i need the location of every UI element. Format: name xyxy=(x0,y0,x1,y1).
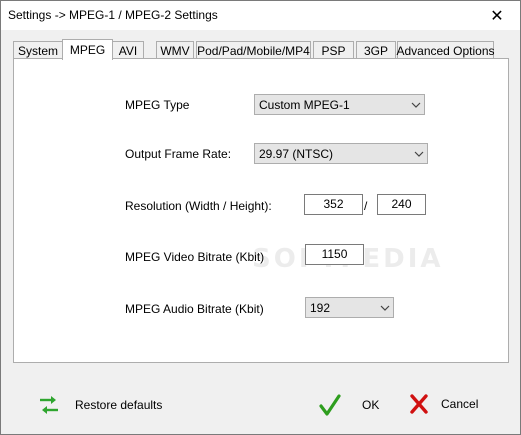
resolution-label: Resolution (Width / Height): xyxy=(125,199,272,213)
tab-label: PSP xyxy=(321,43,346,58)
video-bitrate-label: MPEG Video Bitrate (Kbit) xyxy=(125,250,265,264)
tab-system[interactable]: System xyxy=(13,41,63,59)
frame-rate-label: Output Frame Rate: xyxy=(125,147,232,161)
mpeg-settings-panel: SOFTPEDIA MPEG Type Custom MPEG-1 Output… xyxy=(13,58,509,363)
chevron-down-icon xyxy=(410,144,427,163)
tab-label: Pod/Pad/Mobile/MP4 xyxy=(197,43,310,58)
ok-button[interactable]: OK xyxy=(319,393,379,417)
tab-wmv[interactable]: WMV xyxy=(156,41,194,59)
tab-label: System xyxy=(17,43,58,58)
mpeg-type-label: MPEG Type xyxy=(125,98,190,112)
tab-psp[interactable]: PSP xyxy=(313,41,354,59)
close-button[interactable]: ✕ xyxy=(474,1,520,30)
ok-label: OK xyxy=(362,398,380,412)
tab-strip: System MPEG AVI WMV Pod/Pad/Mobile/MP4 P… xyxy=(13,39,507,60)
tab-label: MPEG xyxy=(69,43,106,57)
tab-label: Advanced Options xyxy=(396,43,495,58)
tab-label: 3GP xyxy=(363,43,388,58)
cancel-button[interactable]: Cancel xyxy=(409,393,478,415)
tab-mpeg[interactable]: MPEG xyxy=(62,39,113,60)
checkmark-icon xyxy=(319,393,341,417)
chevron-down-icon xyxy=(376,298,393,317)
resolution-width-field[interactable]: 352 xyxy=(304,194,363,215)
audio-bitrate-label: MPEG Audio Bitrate (Kbit) xyxy=(125,302,264,316)
resolution-height-field[interactable]: 240 xyxy=(377,194,426,215)
cancel-label: Cancel xyxy=(441,397,479,411)
audio-bitrate-dropdown[interactable]: 192 xyxy=(305,297,394,318)
mpeg-type-dropdown[interactable]: Custom MPEG-1 xyxy=(254,94,425,115)
tab-advanced-options[interactable]: Advanced Options xyxy=(396,41,495,59)
resolution-separator: / xyxy=(364,199,368,213)
window-title: Settings -> MPEG-1 / MPEG-2 Settings xyxy=(8,8,218,22)
tab-avi[interactable]: AVI xyxy=(112,41,144,59)
title-bar: Settings -> MPEG-1 / MPEG-2 Settings ✕ xyxy=(1,1,520,30)
video-bitrate-field[interactable]: 1150 xyxy=(305,244,364,265)
frame-rate-value: 29.97 (NTSC) xyxy=(259,146,334,161)
audio-bitrate-value: 192 xyxy=(310,300,331,315)
restore-defaults-button[interactable]: Restore defaults xyxy=(37,393,162,417)
chevron-down-icon xyxy=(407,95,424,114)
tab-label: AVI xyxy=(118,43,138,58)
cancel-x-icon xyxy=(409,393,429,415)
tab-label: WMV xyxy=(160,43,190,58)
restore-defaults-label: Restore defaults xyxy=(75,398,163,412)
tab-pod-pad-mobile-mp4[interactable]: Pod/Pad/Mobile/MP4 xyxy=(196,41,311,59)
mpeg-type-value: Custom MPEG-1 xyxy=(259,97,350,112)
tab-3gp[interactable]: 3GP xyxy=(356,41,396,59)
settings-window: Settings -> MPEG-1 / MPEG-2 Settings ✕ S… xyxy=(0,0,521,435)
frame-rate-dropdown[interactable]: 29.97 (NTSC) xyxy=(254,143,428,164)
close-icon: ✕ xyxy=(490,7,504,25)
restore-arrows-icon xyxy=(37,393,61,417)
